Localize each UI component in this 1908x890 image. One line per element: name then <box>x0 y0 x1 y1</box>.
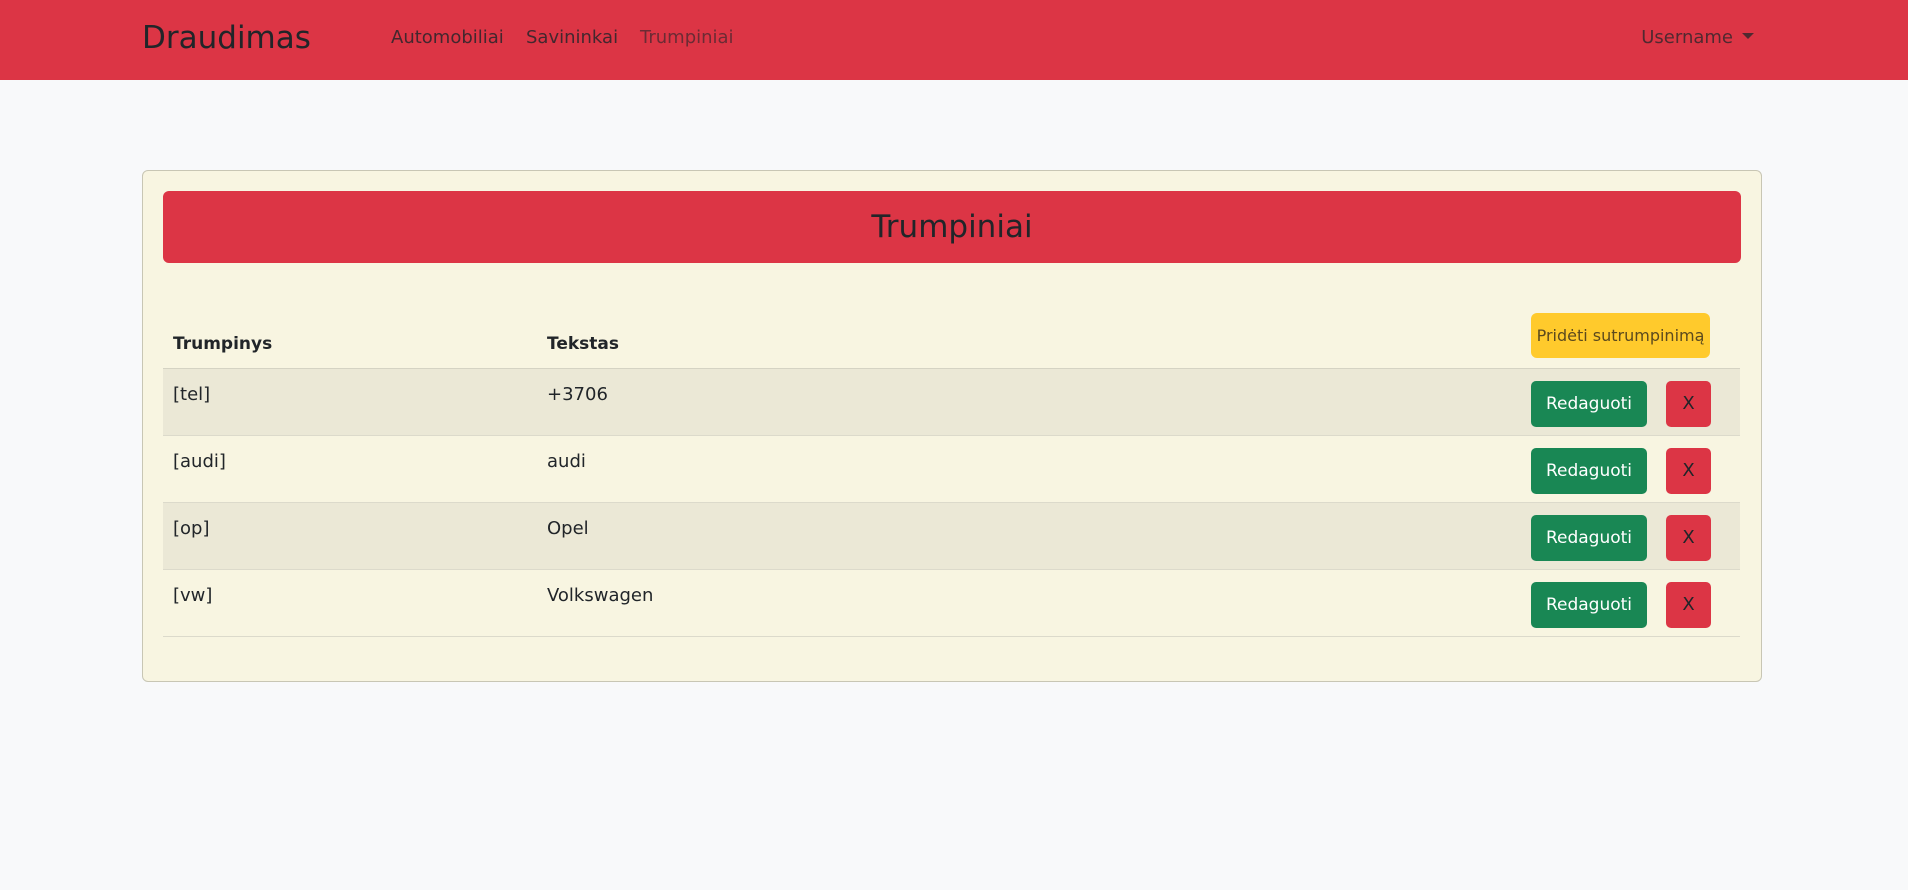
column-header-text: Tekstas <box>547 334 620 354</box>
edit-button[interactable]: Redaguoti <box>1531 515 1647 561</box>
caret-down-icon <box>1742 33 1754 39</box>
row-short-cell: [audi] <box>173 451 226 472</box>
add-abbreviation-button[interactable]: Pridėti sutrumpinimą <box>1531 313 1710 358</box>
top-navbar: Draudimas Automobiliai Savininkai Trumpi… <box>0 0 1908 80</box>
edit-button[interactable]: Redaguoti <box>1531 381 1647 427</box>
row-short-cell: [vw] <box>173 585 213 606</box>
row-short-cell: [op] <box>173 518 210 539</box>
card-title: Trumpiniai <box>163 191 1741 263</box>
brand-link[interactable]: Draudimas <box>142 18 311 58</box>
delete-button[interactable]: X <box>1666 448 1711 494</box>
username-label: Username <box>1641 27 1733 48</box>
nav-link-trumpiniai[interactable]: Trumpiniai <box>640 26 734 50</box>
table-row: [tel] +3706 Redaguoti X <box>163 369 1740 436</box>
row-short-cell: [tel] <box>173 384 211 405</box>
user-dropdown-toggle[interactable]: Username <box>1641 26 1754 50</box>
table-row: [vw] Volkswagen Redaguoti X <box>163 570 1740 637</box>
table-row: [audi] audi Redaguoti X <box>163 436 1740 503</box>
row-text-cell: audi <box>547 451 586 472</box>
row-text-cell: Volkswagen <box>547 585 654 606</box>
edit-button[interactable]: Redaguoti <box>1531 582 1647 628</box>
edit-button[interactable]: Redaguoti <box>1531 448 1647 494</box>
delete-button[interactable]: X <box>1666 381 1711 427</box>
column-header-short: Trumpinys <box>173 334 273 354</box>
nav-link-savininkai[interactable]: Savininkai <box>526 26 618 50</box>
nav-link-automobiliai[interactable]: Automobiliai <box>391 26 504 50</box>
row-text-cell: +3706 <box>547 384 608 405</box>
delete-button[interactable]: X <box>1666 582 1711 628</box>
delete-button[interactable]: X <box>1666 515 1711 561</box>
row-text-cell: Opel <box>547 518 589 539</box>
table-row: [op] Opel Redaguoti X <box>163 503 1740 570</box>
